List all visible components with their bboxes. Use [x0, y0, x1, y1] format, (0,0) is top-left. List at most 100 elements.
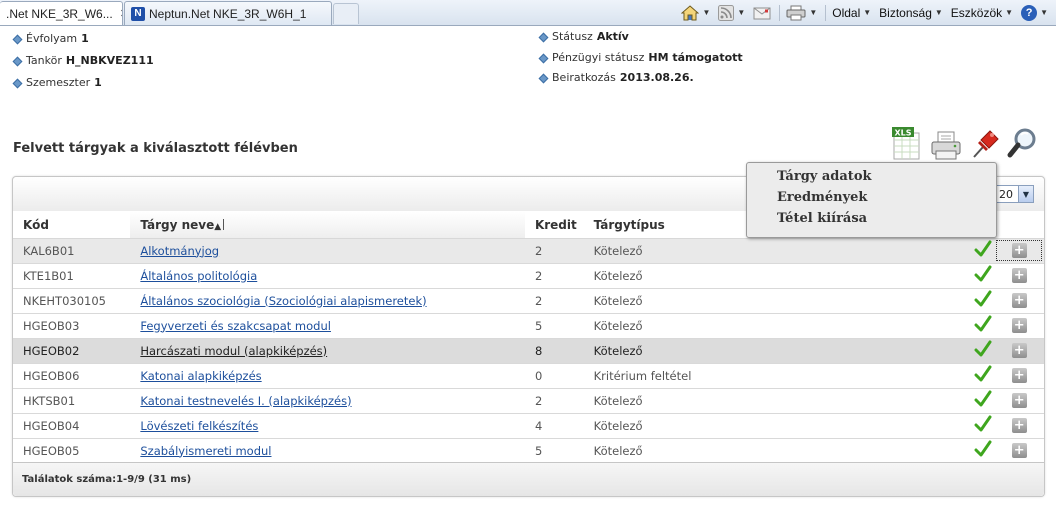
column-header-credit[interactable]: Kredit — [524, 212, 584, 239]
results-footer: Találatok száma:1-9/9 (31 ms) — [13, 462, 1044, 496]
cell-name: Katonai testnevelés I. (alapkiképzés) — [130, 388, 525, 414]
expand-plus-button[interactable]: + — [1011, 418, 1027, 433]
subject-link[interactable]: Katonai testnevelés I. (alapkiképzés) — [140, 394, 351, 408]
cell-actions: + — [994, 363, 1044, 389]
home-button[interactable]: ▼ — [681, 4, 710, 21]
expand-plus-button[interactable]: + — [1011, 293, 1027, 308]
diamond-bullet-icon — [539, 33, 547, 41]
menu-item-listing[interactable]: Tétel kiírása — [777, 211, 996, 232]
new-tab-button[interactable] — [333, 3, 359, 24]
checkmark-icon — [974, 240, 992, 257]
info-label: Státusz — [552, 30, 593, 43]
table-row[interactable]: HGEOB04 Lövészeti felkészítés 4 Kötelező + — [13, 413, 1044, 439]
close-tab-icon[interactable]: ✕ — [120, 7, 122, 20]
cell-completed — [755, 288, 995, 314]
table-row[interactable]: HGEOB02 Harcászati modul (alapkiképzés) 8 K… — [13, 338, 1044, 364]
chevron-down-icon: ▼ — [809, 8, 818, 17]
expand-plus-button[interactable]: + — [1011, 318, 1027, 333]
subject-link[interactable]: Lövészeti felkészítés — [140, 419, 258, 433]
checkmark-icon — [974, 340, 992, 357]
chevron-down-icon[interactable]: ▼ — [1018, 186, 1033, 202]
info-label: Tankör — [26, 54, 62, 67]
xls-export-icon: XLS — [892, 127, 920, 160]
cell-completed — [755, 313, 995, 339]
page-size-select[interactable]: 20 ▼ — [996, 185, 1034, 203]
print-list-button[interactable] — [930, 127, 962, 161]
xls-label: XLS — [894, 129, 911, 138]
info-group: Tankör H_NBKVEZ111 — [13, 54, 154, 67]
chevron-down-icon: ▼ — [1005, 8, 1014, 17]
search-button[interactable] — [1006, 127, 1038, 161]
cell-actions: + — [994, 313, 1044, 339]
subject-link[interactable]: Fegyverzeti és szakcsapat modul — [140, 319, 331, 333]
cell-code: KAL6B01 — [13, 238, 131, 264]
table-row[interactable]: HKTSB01 Katonai testnevelés I. (alapkikép… — [13, 388, 1044, 414]
column-header-type[interactable]: Tárgytípus — [583, 212, 756, 239]
column-resize-handle[interactable] — [223, 218, 225, 230]
mail-icon — [753, 7, 771, 19]
expand-plus-button[interactable]: + — [1011, 243, 1027, 258]
help-menu[interactable]: ? ▼ — [1021, 4, 1048, 21]
expand-plus-button[interactable]: + — [1011, 268, 1027, 283]
cell-type: Kritérium feltétel — [583, 363, 756, 389]
cell-credit: 2 — [524, 288, 584, 314]
browser-tab-active[interactable]: .Net NKE_3R_W6... ✕ — [0, 1, 123, 25]
cell-completed — [755, 438, 995, 464]
info-enrollment: Beiratkozás 2013.08.26. — [539, 71, 694, 84]
table-row[interactable]: KTE1B01 Általános politológia 2 Kötelező + — [13, 263, 1044, 289]
column-header-name[interactable]: Tárgy neve▲ — [130, 212, 525, 239]
cell-name: Általános politológia — [130, 263, 525, 289]
info-value: 1 — [81, 32, 89, 45]
page-menu[interactable]: Oldal ▼ — [832, 6, 871, 20]
expand-plus-button[interactable]: + — [1011, 343, 1027, 358]
checkmark-icon — [974, 390, 992, 407]
subject-link[interactable]: Általános szociológia (Szociológiai alap… — [140, 294, 426, 308]
info-year: Évfolyam 1 — [13, 32, 89, 45]
results-count: Találatok száma:1-9/9 (31 ms) — [22, 474, 192, 485]
table-row[interactable]: HGEOB03 Fegyverzeti és szakcsapat modul 5 K… — [13, 313, 1044, 339]
cell-code: HGEOB06 — [13, 363, 131, 389]
expand-plus-button[interactable]: + — [1011, 443, 1027, 458]
cell-name: Lövészeti felkészítés — [130, 413, 525, 439]
subject-link[interactable]: Harcászati modul (alapkiképzés) — [140, 344, 327, 358]
cell-credit: 5 — [524, 313, 584, 339]
tools-menu-label: Eszközök — [950, 5, 1003, 20]
table-row[interactable]: HGEOB06 Katonai alapkiképzés 0 Kritérium fe… — [13, 363, 1044, 389]
info-label: Szemeszter — [26, 76, 91, 89]
cell-completed — [755, 338, 995, 364]
security-menu[interactable]: Biztonság ▼ — [879, 6, 943, 20]
expand-plus-button[interactable]: + — [1011, 393, 1027, 408]
cell-actions: + — [994, 413, 1044, 439]
info-label: Beiratkozás — [552, 71, 616, 84]
diamond-bullet-icon — [13, 35, 21, 43]
export-xls-button[interactable]: XLS — [891, 127, 923, 161]
table-row[interactable]: KAL6B01 Alkotmányjog 2 Kötelező + — [13, 238, 1044, 264]
tools-menu[interactable]: Eszközök ▼ — [951, 6, 1013, 20]
mail-button[interactable] — [753, 6, 771, 20]
info-label: Pénzügyi státusz — [552, 51, 645, 64]
feeds-button[interactable]: ▼ — [718, 4, 745, 21]
menu-item-subject-data[interactable]: Tárgy adatok — [777, 169, 996, 190]
pin-button[interactable] — [968, 127, 1000, 161]
cell-code: KTE1B01 — [13, 263, 131, 289]
subject-link[interactable]: Alkotmányjog — [140, 244, 219, 258]
cell-credit: 0 — [524, 363, 584, 389]
cell-credit: 8 — [524, 338, 584, 364]
chevron-down-icon: ▼ — [934, 8, 943, 17]
subject-link[interactable]: Szabályismereti modul — [140, 444, 271, 458]
print-button[interactable]: ▼ — [786, 5, 817, 21]
subject-link[interactable]: Katonai alapkiképzés — [140, 369, 261, 383]
magnifier-icon — [1007, 128, 1036, 158]
menu-item-results[interactable]: Eredmények — [777, 190, 996, 211]
info-label: Évfolyam — [26, 32, 78, 45]
cell-name: Általános szociológia (Szociológiai alap… — [130, 288, 525, 314]
column-header-code[interactable]: Kód — [13, 212, 131, 239]
table-row[interactable]: NKEHT030105 Általános szociológia (Szocio… — [13, 288, 1044, 314]
checkmark-icon — [974, 315, 992, 332]
browser-tab-neptun[interactable]: N Neptun.Net NKE_3R_W6H_1 — [124, 1, 332, 25]
expand-plus-button[interactable]: + — [1011, 368, 1027, 383]
info-semester: Szemeszter 1 — [13, 76, 102, 89]
subject-link[interactable]: Általános politológia — [140, 269, 257, 283]
table-row[interactable]: HGEOB05 Szabályismereti modul 5 Kötelező + — [13, 438, 1044, 464]
neptun-logo-icon: N — [131, 6, 145, 21]
